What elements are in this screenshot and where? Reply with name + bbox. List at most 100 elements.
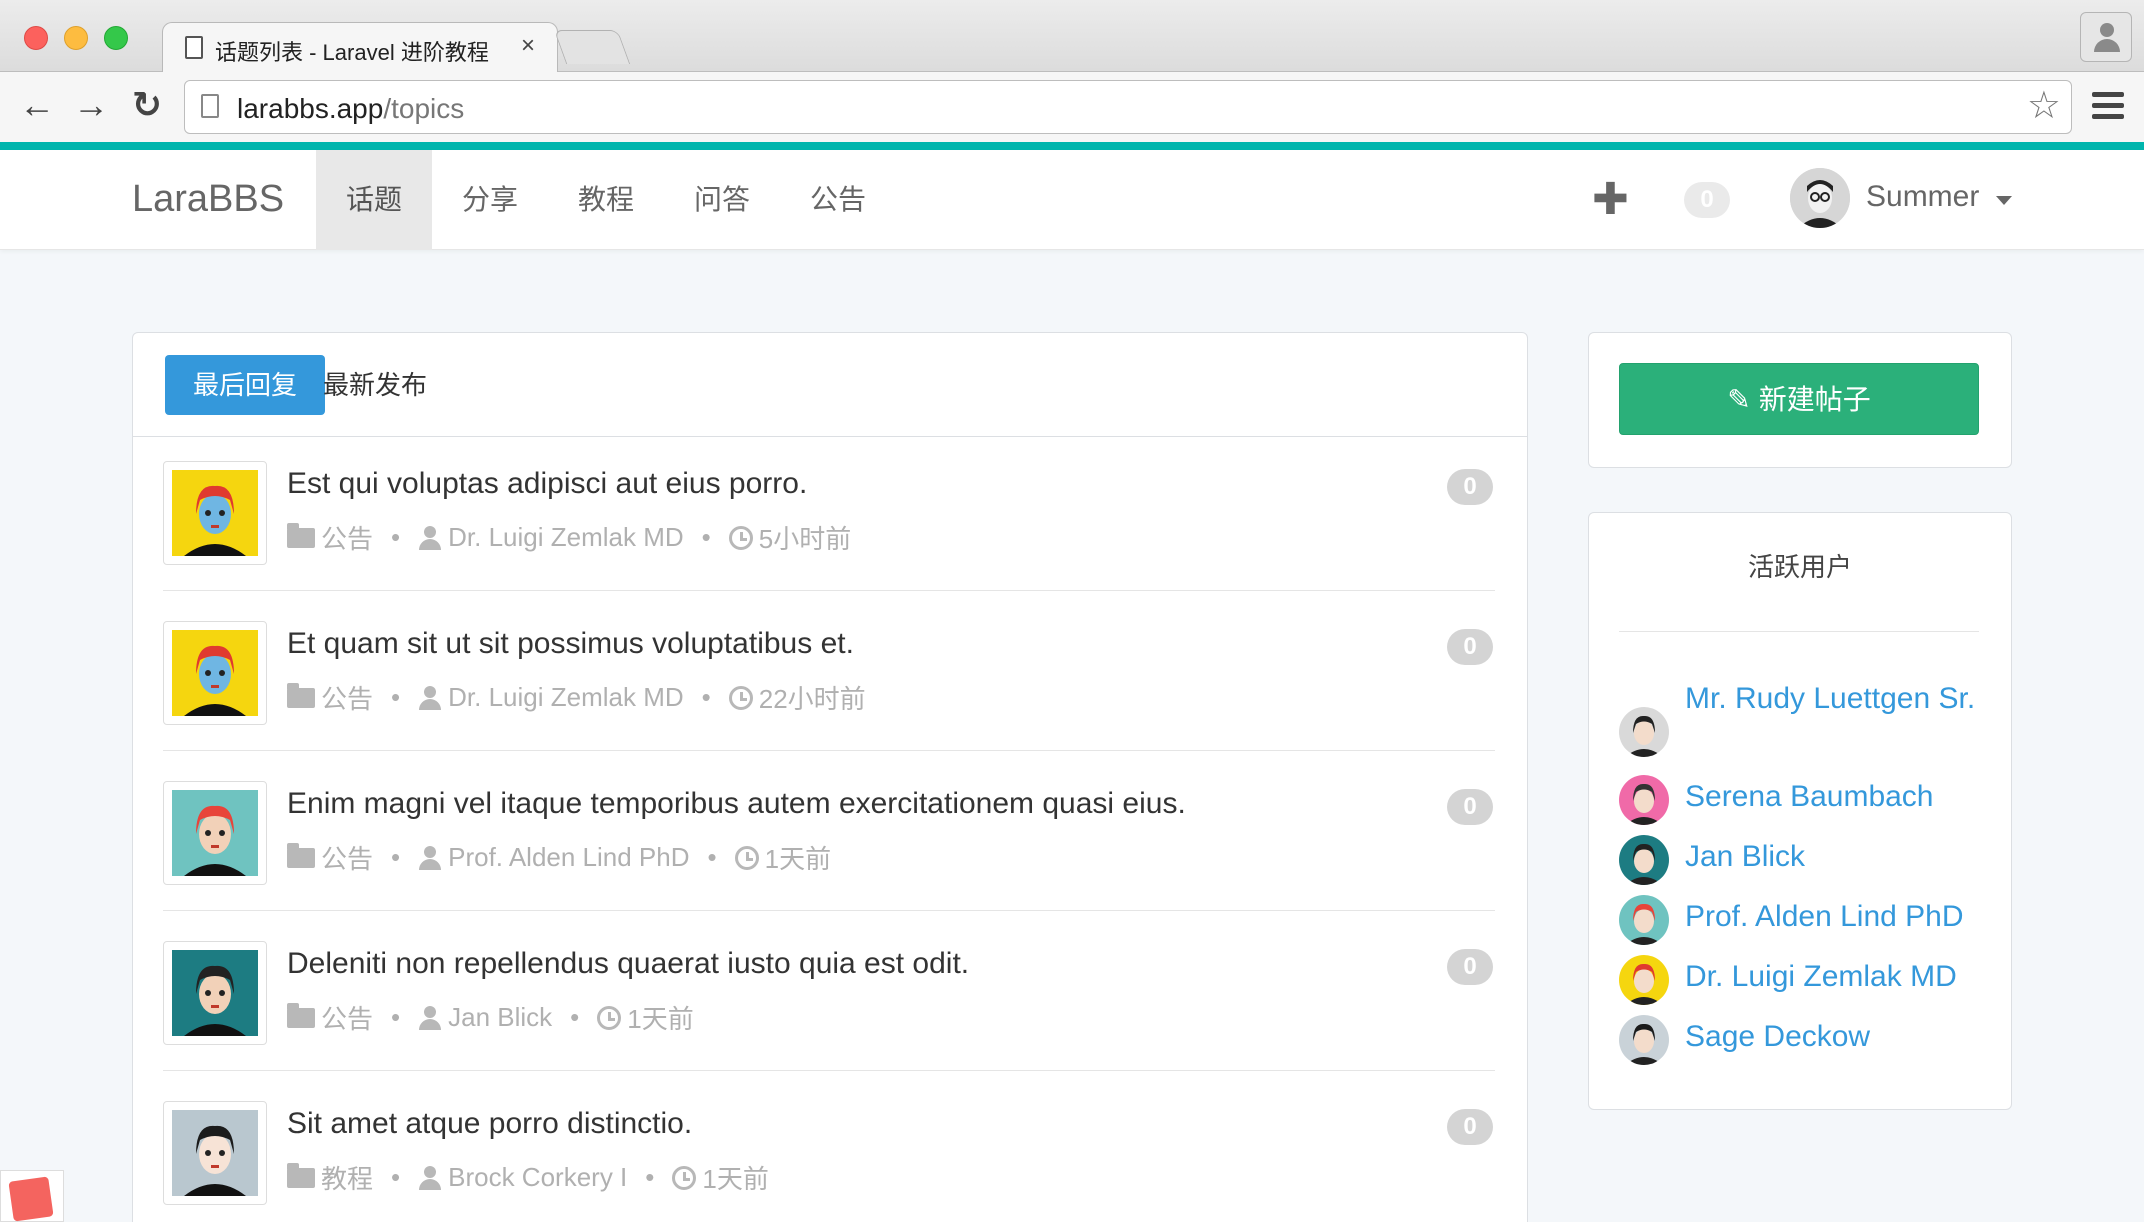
active-user-avatar[interactable] — [1619, 775, 1669, 825]
nav-item-qa[interactable]: 问答 — [664, 150, 780, 250]
site-brand[interactable]: LaraBBS — [132, 178, 284, 221]
meta-separator: • — [707, 842, 717, 872]
topic-title[interactable]: Est qui voluptas adipisci aut eius porro… — [287, 467, 807, 501]
topic-author[interactable]: Dr. Luigi Zemlak MD — [448, 522, 684, 553]
active-user-avatar[interactable] — [1619, 955, 1669, 1005]
close-tab-icon[interactable]: × — [521, 32, 535, 60]
topic-row[interactable]: Deleniti non repellendus quaerat iusto q… — [163, 911, 1495, 1071]
page-icon — [201, 94, 219, 118]
nav-item-share[interactable]: 分享 — [432, 150, 548, 250]
topic-category[interactable]: 公告 — [321, 839, 373, 876]
topic-author[interactable]: Dr. Luigi Zemlak MD — [448, 682, 684, 713]
topic-author[interactable]: Prof. Alden Lind PhD — [448, 842, 689, 873]
active-user-item[interactable]: Serena Baumbach — [1619, 775, 1999, 825]
topic-title[interactable]: Et quam sit ut sit possimus voluptatibus… — [287, 627, 854, 661]
new-post-card: ✎ 新建帖子 — [1588, 332, 2012, 468]
topic-category[interactable]: 教程 — [321, 1159, 373, 1196]
topic-row[interactable]: Sit amet atque porro distinctio. 教程 • Br… — [163, 1071, 1495, 1222]
topic-category[interactable]: 公告 — [321, 999, 373, 1036]
topic-category[interactable]: 公告 — [321, 519, 373, 556]
notification-badge[interactable]: 0 — [1684, 182, 1730, 218]
reply-count-badge[interactable]: 0 — [1447, 789, 1493, 825]
chevron-down-icon[interactable] — [1996, 196, 2012, 205]
reply-count-badge[interactable]: 0 — [1447, 949, 1493, 985]
active-user-avatar[interactable] — [1619, 1015, 1669, 1065]
topic-time: 1天前 — [702, 1164, 769, 1194]
topic-author-avatar[interactable] — [163, 461, 267, 565]
nav-item-topics[interactable]: 话题 — [316, 150, 433, 250]
reply-count-badge[interactable]: 0 — [1447, 629, 1493, 665]
topic-row[interactable]: Est qui voluptas adipisci aut eius porro… — [163, 431, 1495, 591]
topic-author[interactable]: Jan Blick — [448, 1002, 552, 1033]
topic-meta: 公告 • Prof. Alden Lind PhD • 1天前 — [287, 839, 831, 876]
browser-profile-button[interactable] — [2080, 12, 2132, 62]
topic-author[interactable]: Brock Corkery I — [448, 1162, 627, 1193]
browser-titlebar: 话题列表 - Laravel 进阶教程 × — [0, 0, 2144, 73]
topic-author-avatar[interactable] — [163, 941, 267, 1045]
zoom-window-button[interactable] — [104, 26, 128, 50]
topic-author-avatar[interactable] — [163, 1101, 267, 1205]
nav-item-announcement[interactable]: 公告 — [780, 150, 896, 250]
topic-author-avatar[interactable] — [163, 621, 267, 725]
back-button[interactable]: ← — [16, 84, 58, 126]
topic-author-avatar[interactable] — [163, 781, 267, 885]
active-user-name[interactable]: Mr. Rudy Luettgen Sr. — [1685, 677, 1985, 721]
topic-row[interactable]: Et quam sit ut sit possimus voluptatibus… — [163, 591, 1495, 751]
clock-icon — [734, 845, 759, 870]
active-user-avatar[interactable] — [1619, 707, 1669, 757]
active-user-name[interactable]: Dr. Luigi Zemlak MD — [1685, 955, 1985, 999]
active-user-item[interactable]: Mr. Rudy Luettgen Sr. — [1619, 677, 1999, 767]
active-user-name[interactable]: Prof. Alden Lind PhD — [1685, 895, 1985, 939]
close-window-button[interactable] — [24, 26, 48, 50]
user-name[interactable]: Summer — [1866, 180, 1979, 214]
accent-bar — [0, 142, 2144, 150]
forward-button[interactable]: → — [70, 84, 112, 126]
reply-count-badge[interactable]: 0 — [1447, 469, 1493, 505]
active-users-card: 活跃用户 Mr. Rudy Luettgen Sr. Serena Baumba… — [1588, 512, 2012, 1110]
url-path: /topics — [383, 93, 465, 124]
active-user-item[interactable]: Prof. Alden Lind PhD — [1619, 895, 1999, 945]
active-user-name[interactable]: Sage Deckow — [1685, 1015, 1985, 1059]
reload-button[interactable]: ↻ — [126, 84, 168, 126]
address-bar[interactable]: larabbs.app/topics ☆ — [184, 80, 2072, 134]
filter-latest[interactable]: 最新发布 — [295, 355, 455, 415]
active-user-name[interactable]: Jan Blick — [1685, 835, 1985, 879]
topic-meta: 教程 • Brock Corkery I • 1天前 — [287, 1159, 769, 1196]
folder-icon — [287, 1002, 315, 1028]
new-tab-button[interactable] — [553, 30, 631, 64]
plus-icon[interactable]: ✚ — [1592, 174, 1629, 225]
meta-separator: • — [391, 1002, 401, 1032]
topic-title[interactable]: Deleniti non repellendus quaerat iusto q… — [287, 947, 969, 981]
meta-separator: • — [645, 1162, 655, 1192]
reply-count-badge[interactable]: 0 — [1447, 1109, 1493, 1145]
active-users-title: 活跃用户 — [1747, 552, 1852, 582]
clock-icon — [672, 1165, 697, 1190]
folder-icon — [287, 842, 315, 868]
topic-category[interactable]: 公告 — [321, 679, 373, 716]
minimize-window-button[interactable] — [64, 26, 88, 50]
nav-item-tutorial[interactable]: 教程 — [548, 150, 664, 250]
new-post-button[interactable]: ✎ 新建帖子 — [1619, 363, 1979, 435]
divider — [1619, 631, 1979, 632]
topic-title[interactable]: Enim magni vel itaque temporibus autem e… — [287, 787, 1186, 821]
user-icon — [418, 1005, 442, 1030]
meta-separator: • — [391, 682, 401, 712]
active-user-avatar[interactable] — [1619, 895, 1669, 945]
topic-row[interactable]: Enim magni vel itaque temporibus autem e… — [163, 751, 1495, 911]
active-user-name[interactable]: Serena Baumbach — [1685, 775, 1985, 819]
user-icon — [418, 845, 442, 870]
topic-time: 1天前 — [627, 1004, 694, 1034]
avatar[interactable] — [1790, 168, 1850, 228]
clock-icon — [597, 1005, 622, 1030]
clock-icon — [728, 525, 753, 550]
bookmark-star-icon[interactable]: ☆ — [2027, 87, 2061, 125]
active-user-avatar[interactable] — [1619, 835, 1669, 885]
browser-tab[interactable]: 话题列表 - Laravel 进阶教程 × — [162, 22, 558, 73]
active-user-item[interactable]: Sage Deckow — [1619, 1015, 1999, 1065]
active-user-item[interactable]: Dr. Luigi Zemlak MD — [1619, 955, 1999, 1005]
browser-menu-icon[interactable] — [2092, 92, 2124, 125]
topics-filter-bar: 最后回复 最新发布 — [133, 333, 1527, 437]
active-user-item[interactable]: Jan Blick — [1619, 835, 1999, 885]
browser-toolbar: ← → ↻ larabbs.app/topics ☆ — [0, 72, 2144, 142]
topic-title[interactable]: Sit amet atque porro distinctio. — [287, 1107, 692, 1141]
